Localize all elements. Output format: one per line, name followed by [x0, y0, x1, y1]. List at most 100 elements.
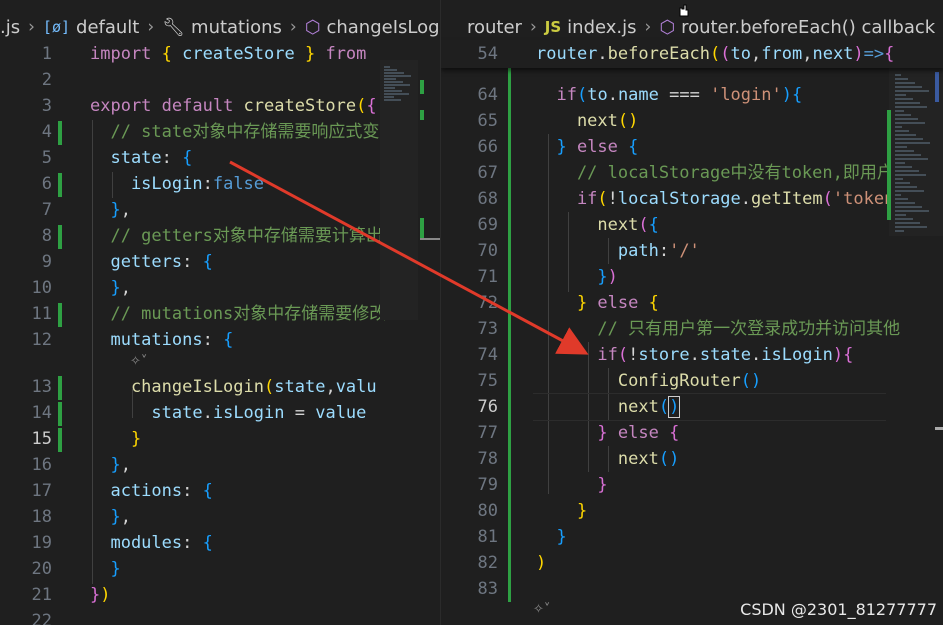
gutter-added-marker[interactable]	[58, 376, 62, 400]
code-token: getters	[90, 252, 183, 272]
code-token: .	[597, 44, 608, 64]
gutter-added-marker[interactable]	[58, 428, 62, 452]
code-token: :	[658, 241, 670, 261]
minimap-line	[895, 210, 929, 212]
code-text[interactable]: )	[536, 550, 546, 576]
breadcrumb-router[interactable]: router	[467, 17, 522, 38]
right-scrollbar-thumb[interactable]	[935, 72, 939, 102]
code-token: state	[699, 345, 752, 365]
code-text[interactable]: next({	[536, 212, 658, 238]
codelens-icon[interactable]: ✧˅	[533, 602, 550, 617]
minimap-line	[384, 90, 402, 92]
code-text[interactable]: export default createStore({	[90, 93, 377, 119]
code-token: {	[791, 85, 803, 105]
code-token: if	[536, 189, 598, 209]
code-token: }	[536, 267, 608, 287]
code-token: // mutations对象中存储需要修改	[90, 304, 387, 324]
gutter-added-marker[interactable]	[58, 402, 62, 426]
right-scrollbar-indicator[interactable]	[935, 427, 943, 430]
code-text[interactable]: },	[90, 197, 131, 223]
code-text[interactable]: next()	[536, 108, 638, 134]
code-token: ,	[751, 44, 762, 64]
minimap-line	[384, 72, 404, 74]
right-editor-pane[interactable]: router › JS index.js › ⬡ router.beforeEa…	[440, 0, 943, 625]
code-text[interactable]: mutations: {	[90, 327, 233, 353]
line-number: 78	[477, 449, 498, 469]
cube-icon: ⬡	[659, 16, 676, 38]
code-token: state	[90, 148, 162, 168]
line-number: 72	[477, 293, 498, 313]
code-text[interactable]: if(!localStorage.getItem('token	[536, 186, 894, 212]
code-text[interactable]: },	[90, 275, 131, 301]
breadcrumb-index-js[interactable]: index.js	[567, 17, 636, 38]
left-editor-pane[interactable]: .js › [ø] default › 🔧︎ mutations › ⬡ cha…	[0, 0, 440, 625]
code-text[interactable]: // 只有用户第一次登录成功并访问其他	[536, 316, 900, 342]
code-text[interactable]: }	[536, 498, 587, 524]
code-text[interactable]: actions: {	[90, 478, 212, 504]
left-scrollbar-indicator[interactable]	[420, 238, 440, 240]
minimap-line	[895, 94, 906, 96]
code-text[interactable]: }	[90, 556, 120, 582]
indent-guide	[568, 212, 569, 292]
code-token: actions	[90, 481, 183, 501]
gutter-added-marker[interactable]	[58, 303, 62, 327]
code-text[interactable]: isLogin:false	[90, 171, 264, 197]
code-text[interactable]: if(to.name === 'login'){	[536, 82, 802, 108]
code-text[interactable]: state: {	[90, 145, 192, 171]
code-token: createStore	[243, 96, 357, 116]
code-text[interactable]: // localStorage中没有token,即用户	[536, 160, 894, 186]
code-token: // 只有用户第一次登录成功并访问其他	[536, 319, 901, 339]
code-text[interactable]: })	[90, 582, 111, 608]
code-text[interactable]: modules: {	[90, 530, 212, 556]
minimap-line	[895, 198, 908, 200]
gutter-added-marker[interactable]	[58, 173, 62, 197]
code-token: (	[597, 189, 608, 209]
code-text[interactable]: } else {	[536, 290, 659, 316]
breadcrumb-beforeeach[interactable]: router.beforeEach() callback	[681, 17, 935, 38]
code-text[interactable]: },	[90, 452, 131, 478]
line-number: 66	[477, 137, 498, 157]
gutter-added-marker[interactable]	[58, 121, 62, 145]
code-token: =>	[863, 44, 885, 64]
code-token: next	[536, 449, 659, 469]
code-text[interactable]: import { createStore } from	[90, 41, 377, 67]
sticky-scroll-header[interactable]: 54 router.beforeEach((to,from,next)=>{	[441, 40, 943, 68]
breadcrumb-default[interactable]: default	[76, 17, 139, 38]
code-token: localStorage	[617, 189, 741, 209]
breadcrumb-mutations[interactable]: mutations	[191, 17, 282, 38]
code-text[interactable]: }	[536, 472, 607, 498]
minimap-line	[895, 98, 913, 100]
code-text[interactable]: if(!store.state.isLogin){	[536, 342, 853, 368]
code-text[interactable]: path:'/'	[536, 238, 700, 264]
code-text[interactable]: } else {	[536, 134, 638, 160]
minimap-line	[895, 110, 904, 112]
line-number: 68	[477, 189, 498, 209]
code-text[interactable]: }	[536, 524, 566, 550]
code-text[interactable]: router.beforeEach((to,from,next)=>{	[536, 41, 894, 67]
code-text[interactable]: },	[90, 504, 131, 530]
minimap-line	[895, 82, 915, 84]
code-token: {	[669, 423, 680, 443]
code-text[interactable]: // mutations对象中存储需要修改	[90, 301, 386, 327]
indent-guide	[608, 238, 609, 264]
code-token: next	[536, 111, 618, 131]
breadcrumb-changeislogin[interactable]: changeIsLogin	[326, 17, 440, 38]
code-text[interactable]: getters: {	[90, 249, 212, 275]
gutter-added-marker[interactable]	[508, 66, 511, 602]
line-number: 67	[477, 163, 498, 183]
code-text[interactable]: // getters对象中存储需要计算出	[90, 223, 382, 249]
code-text[interactable]: }	[90, 426, 141, 452]
code-text[interactable]: // state对象中存储需要响应式变	[90, 119, 379, 145]
codelens-icon[interactable]: ✧˅	[130, 354, 147, 369]
code-token: to	[730, 44, 752, 64]
code-token: :	[182, 533, 203, 553]
minimap-line	[895, 142, 930, 144]
code-text[interactable]: ConfigRouter()	[536, 368, 761, 394]
code-token: )	[781, 85, 792, 105]
code-text[interactable]: } else {	[536, 420, 679, 446]
code-token: (	[264, 377, 275, 397]
code-token: :	[202, 330, 224, 350]
breadcrumb-file[interactable]: .js	[0, 17, 20, 38]
line-number: 4	[41, 122, 52, 142]
gutter-added-marker[interactable]	[58, 225, 62, 249]
